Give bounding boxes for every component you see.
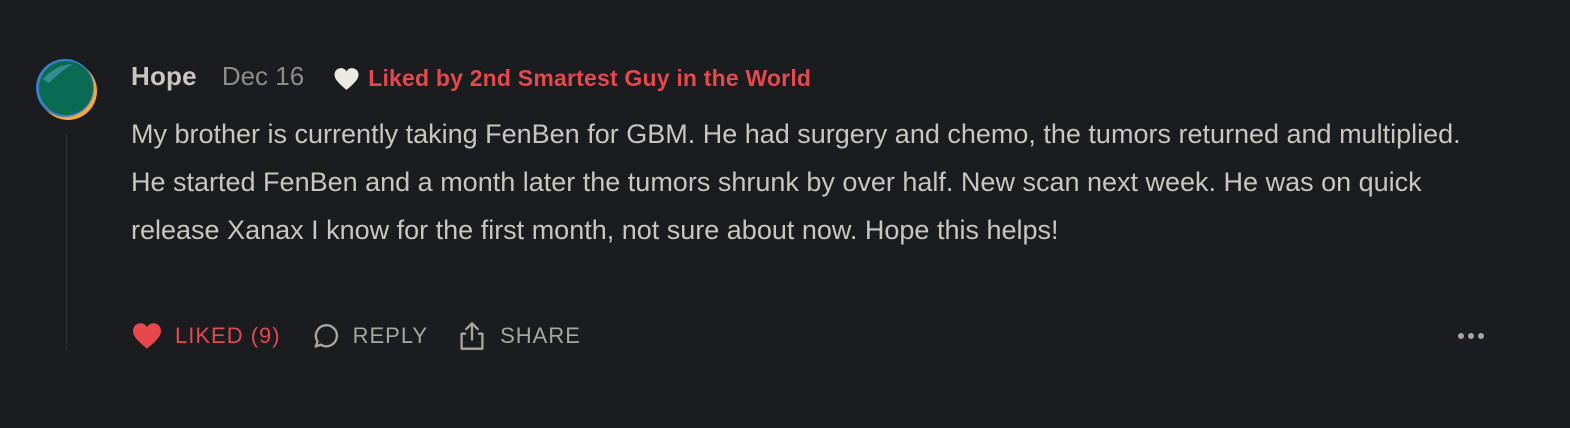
ellipsis-icon	[1457, 327, 1485, 345]
heart-filled-icon	[131, 320, 163, 352]
reply-button[interactable]: REPLY	[309, 320, 429, 352]
comment-header: Hope Dec 16 Liked by 2nd Smartest Guy in…	[131, 58, 811, 94]
more-options-button[interactable]	[1455, 322, 1487, 350]
speech-bubble-icon	[309, 320, 341, 352]
thread-line	[66, 134, 67, 350]
comment-date[interactable]: Dec 16	[222, 61, 304, 92]
reply-label: REPLY	[352, 323, 429, 348]
author-name[interactable]: Hope	[131, 61, 197, 92]
liked-by-text: Liked by 2nd Smartest Guy in the World	[368, 65, 812, 91]
like-label: LIKED (9)	[175, 323, 281, 348]
comment: Hope Dec 16 Liked by 2nd Smartest Guy in…	[0, 0, 1570, 428]
comment-body: My brother is currently taking FenBen fo…	[131, 119, 1461, 245]
like-button[interactable]: LIKED (9)	[131, 320, 281, 352]
heart-icon	[333, 67, 360, 91]
avatar[interactable]	[35, 57, 99, 121]
avatar-image	[36, 59, 97, 120]
liked-by-badge: Liked by 2nd Smartest Guy in the World	[333, 65, 811, 92]
share-icon	[456, 320, 488, 352]
comment-actions: LIKED (9) REPLY SHARE	[131, 318, 609, 354]
share-button[interactable]: SHARE	[456, 320, 581, 352]
share-label: SHARE	[500, 323, 581, 348]
